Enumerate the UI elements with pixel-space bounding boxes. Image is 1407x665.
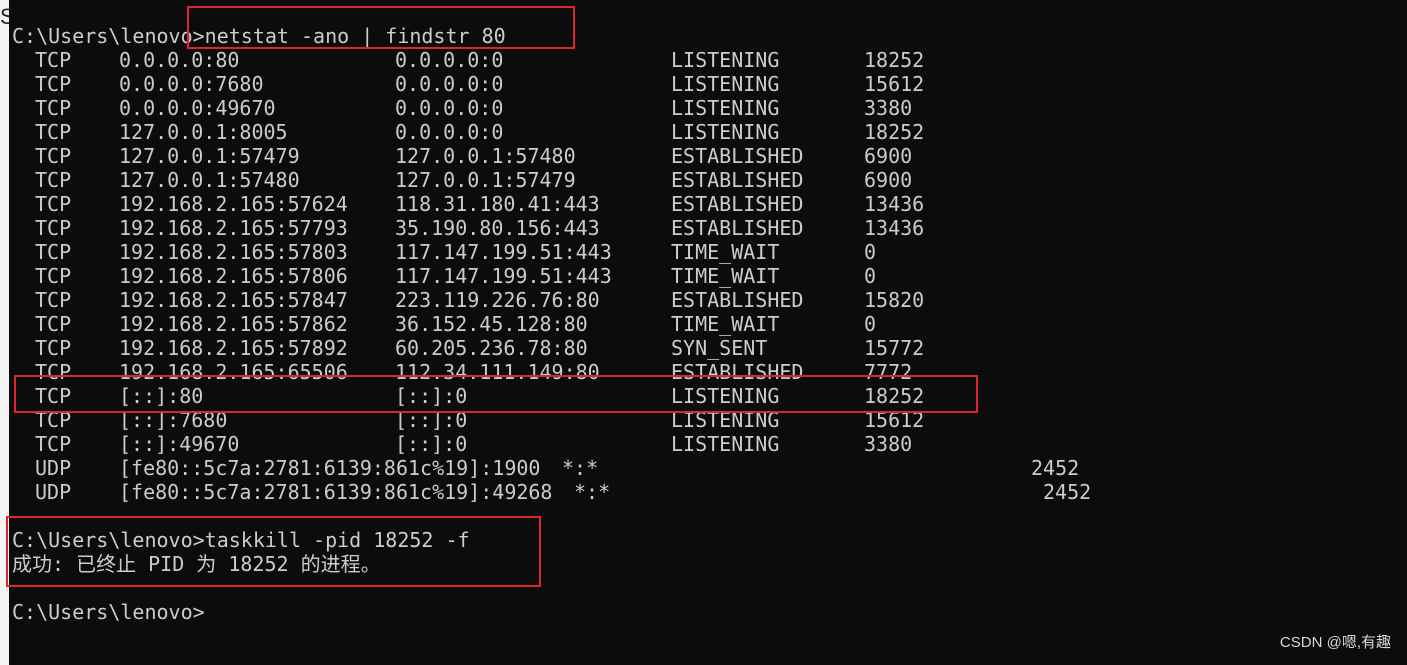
watermark-text: CSDN @嗯,有趣	[1279, 634, 1391, 651]
cell-pid: 13436	[864, 192, 925, 216]
cell-foreign: [::]:0	[395, 432, 468, 456]
cell-state: ESTABLISHED	[671, 168, 804, 192]
cell-pid: 13436	[864, 216, 925, 240]
cell-pid: 15612	[864, 72, 925, 96]
cell-state: SYN_SENT	[671, 336, 768, 360]
cell-pid: 18252	[864, 48, 925, 72]
cell-foreign: 118.31.180.41:443	[395, 192, 600, 216]
cell-state: TIME_WAIT	[671, 240, 780, 264]
cell-proto: UDP	[35, 456, 72, 480]
cell-local: 192.168.2.165:57892	[119, 336, 348, 360]
cell-state: ESTABLISHED	[671, 288, 804, 312]
cell-local: [fe80::5c7a:2781:6139:861c%19]:49268	[119, 480, 553, 504]
cell-pid: 6900	[864, 168, 913, 192]
cell-foreign: 0.0.0.0:0	[395, 72, 504, 96]
cell-proto: UDP	[35, 480, 72, 504]
cell-state: LISTENING	[671, 432, 780, 456]
cell-local: 192.168.2.165:57806	[119, 264, 348, 288]
cell-state: LISTENING	[671, 96, 780, 120]
cell-pid: 6900	[864, 144, 913, 168]
prompt: C:\Users\lenovo>	[12, 24, 205, 48]
cell-state: TIME_WAIT	[671, 312, 780, 336]
cell-local: 0.0.0.0:80	[119, 48, 240, 72]
cell-local: 192.168.2.165:57624	[119, 192, 348, 216]
cell-pid: 3380	[864, 96, 913, 120]
cell-foreign: *:*	[562, 456, 599, 480]
cell-proto: TCP	[35, 96, 72, 120]
cell-local: 127.0.0.1:57479	[119, 144, 300, 168]
cell-foreign: 127.0.0.1:57480	[395, 144, 576, 168]
cell-foreign: *:*	[574, 480, 611, 504]
cell-foreign: 117.147.199.51:443	[395, 240, 612, 264]
cell-foreign: 36.152.45.128:80	[395, 312, 588, 336]
highlight-netstat-command	[187, 6, 575, 49]
cell-local: [fe80::5c7a:2781:6139:861c%19]:1900	[119, 456, 541, 480]
cell-pid: 2452	[1031, 456, 1080, 480]
current-prompt[interactable]: C:\Users\lenovo>	[12, 600, 205, 624]
cell-foreign: 0.0.0.0:0	[395, 120, 504, 144]
cell-proto: TCP	[35, 312, 72, 336]
cell-state: ESTABLISHED	[671, 216, 804, 240]
cell-state: LISTENING	[671, 120, 780, 144]
cell-state: LISTENING	[671, 72, 780, 96]
console-window[interactable]: S C:\Users\lenovo>netstat -ano | findstr…	[0, 0, 1407, 665]
cell-proto: TCP	[35, 72, 72, 96]
cell-local: 192.168.2.165:57793	[119, 216, 348, 240]
cell-foreign: 0.0.0.0:0	[395, 96, 504, 120]
cell-local: 0.0.0.0:49670	[119, 96, 276, 120]
clipped-header-char: S	[0, 6, 9, 28]
cell-foreign: 117.147.199.51:443	[395, 264, 612, 288]
cell-local: 127.0.0.1:8005	[119, 120, 288, 144]
cell-local: 192.168.2.165:57803	[119, 240, 348, 264]
cell-proto: TCP	[35, 48, 72, 72]
cell-proto: TCP	[35, 336, 72, 360]
cell-pid: 15820	[864, 288, 925, 312]
cell-foreign: 127.0.0.1:57479	[395, 168, 576, 192]
cell-local: 0.0.0.0:7680	[119, 72, 264, 96]
cell-local: 192.168.2.165:57862	[119, 312, 348, 336]
cell-proto: TCP	[35, 264, 72, 288]
cell-local: [::]:49670	[119, 432, 240, 456]
cell-proto: TCP	[35, 168, 72, 192]
highlight-taskkill-command	[6, 516, 541, 587]
cell-proto: TCP	[35, 120, 72, 144]
cell-state: LISTENING	[671, 48, 780, 72]
cell-proto: TCP	[35, 288, 72, 312]
cell-proto: TCP	[35, 144, 72, 168]
cell-pid: 0	[864, 264, 877, 288]
cell-pid: 18252	[864, 120, 925, 144]
cell-local: 127.0.0.1:57480	[119, 168, 300, 192]
cell-local: 192.168.2.165:57847	[119, 288, 348, 312]
highlight-port-80-row	[14, 375, 978, 413]
cell-state: ESTABLISHED	[671, 192, 804, 216]
cell-pid: 0	[864, 240, 877, 264]
cell-pid: 0	[864, 312, 877, 336]
cell-pid: 3380	[864, 432, 913, 456]
cell-state: TIME_WAIT	[671, 264, 780, 288]
cell-state: ESTABLISHED	[671, 144, 804, 168]
cell-foreign: 60.205.236.78:80	[395, 336, 588, 360]
cell-proto: TCP	[35, 432, 72, 456]
cell-proto: TCP	[35, 192, 72, 216]
cell-proto: TCP	[35, 240, 72, 264]
cell-foreign: 223.119.226.76:80	[395, 288, 600, 312]
cell-pid: 2452	[1043, 480, 1092, 504]
cell-pid: 15772	[864, 336, 925, 360]
cell-proto: TCP	[35, 216, 72, 240]
cell-foreign: 0.0.0.0:0	[395, 48, 504, 72]
cell-foreign: 35.190.80.156:443	[395, 216, 600, 240]
